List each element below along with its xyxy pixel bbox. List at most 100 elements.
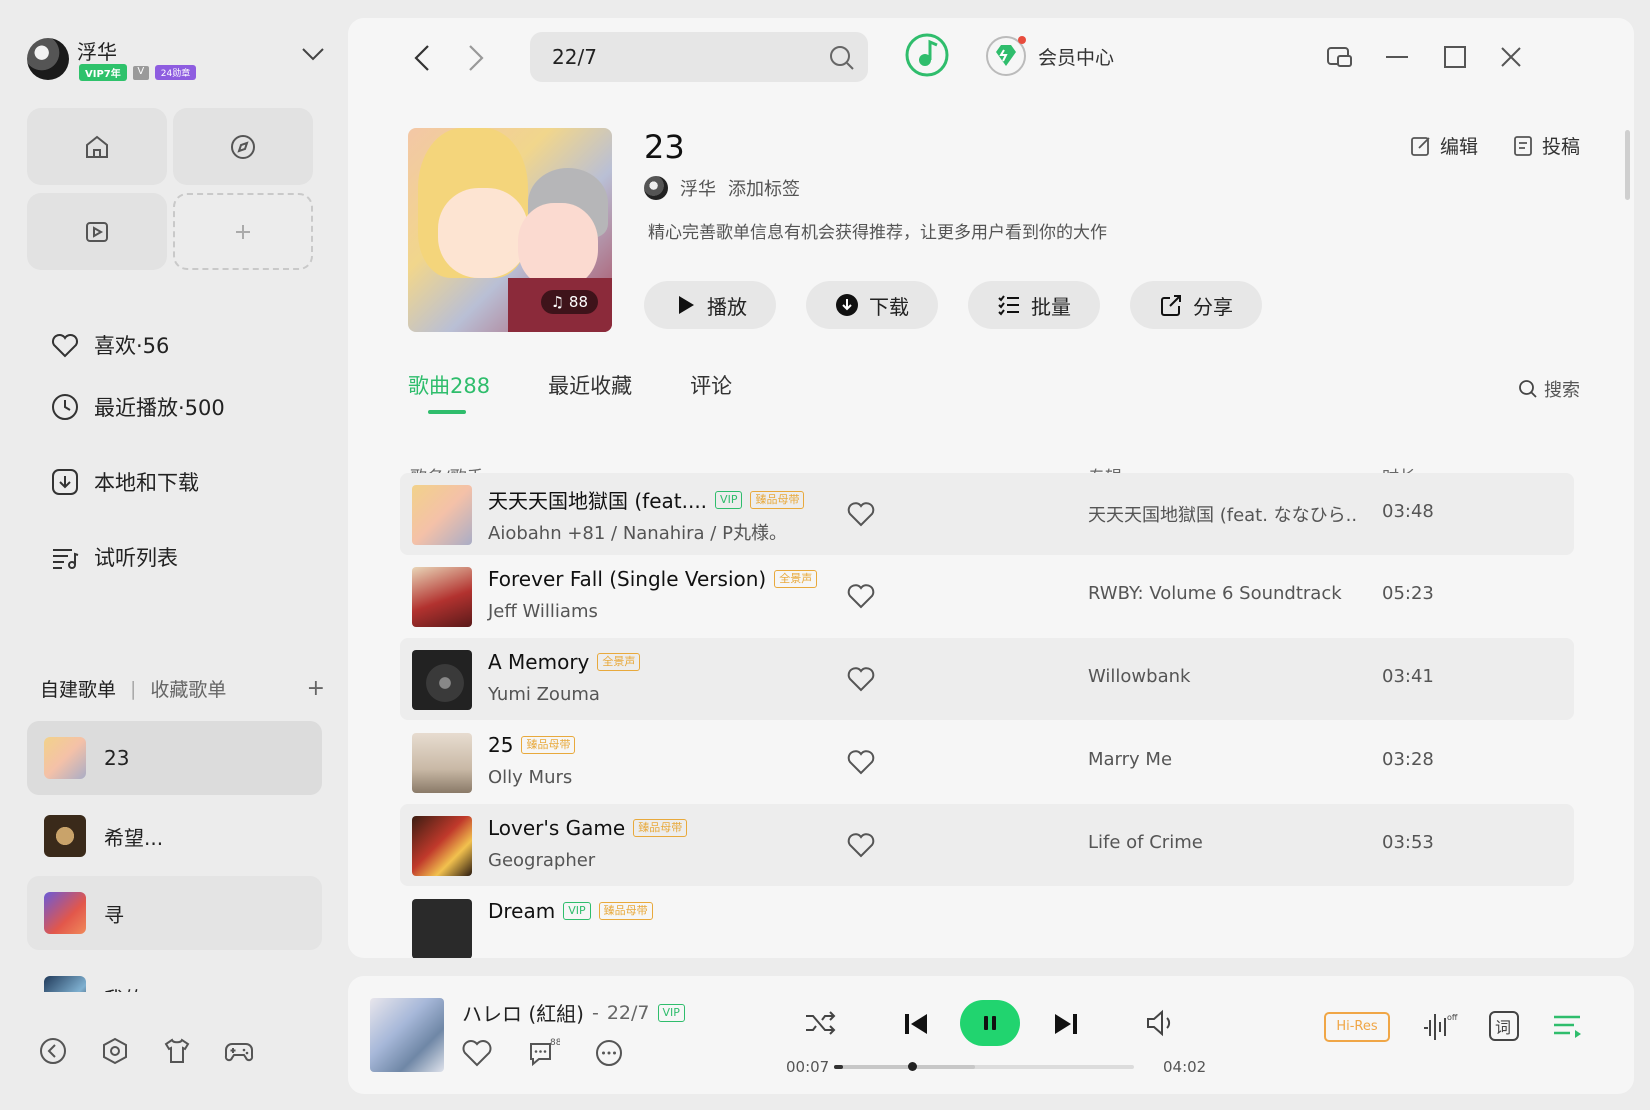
discover-button[interactable]: [173, 108, 313, 185]
song-cover: [412, 733, 472, 793]
song-album[interactable]: Life of Crime: [1088, 832, 1358, 853]
minimize-icon[interactable]: [1382, 42, 1412, 72]
scrollbar[interactable]: [1625, 130, 1630, 200]
table-row[interactable]: 天天天国地獄国 (feat.... VIP 臻品母带 Aiobahn +81 /…: [400, 473, 1574, 555]
sidebar-playlist-23[interactable]: 23: [27, 721, 322, 795]
song-title[interactable]: Dream: [488, 899, 555, 923]
mini-mode-icon[interactable]: [1324, 42, 1354, 72]
back-arrow-icon[interactable]: [408, 42, 438, 74]
table-row[interactable]: Forever Fall (Single Version) 全景声 Jeff W…: [400, 555, 1574, 637]
shuffle-icon[interactable]: [804, 1008, 838, 1038]
now-playing-cover[interactable]: [370, 998, 444, 1072]
heart-icon[interactable]: [460, 1036, 494, 1070]
music-recognition-icon[interactable]: [904, 32, 950, 78]
sidebar-playlist-mine[interactable]: 我的: [27, 960, 322, 992]
heart-icon[interactable]: [846, 582, 876, 610]
progress-bar[interactable]: [834, 1062, 1134, 1071]
chevron-down-icon[interactable]: [299, 42, 327, 66]
heart-icon[interactable]: [846, 665, 876, 693]
user-profile[interactable]: 浮华 VIP7年 V 24勋章: [27, 36, 327, 86]
song-artist[interactable]: Olly Murs: [488, 767, 572, 788]
nav-item-recent[interactable]: 最近播放·500: [50, 392, 225, 422]
table-row[interactable]: A Memory 全景声 Yumi Zouma Willowbank 03:41: [400, 638, 1574, 720]
progress-knob[interactable]: [907, 1062, 917, 1071]
song-title[interactable]: 天天天国地獄国 (feat....: [488, 485, 707, 514]
comment-icon[interactable]: 88: [526, 1036, 560, 1070]
heart-icon[interactable]: [846, 748, 876, 776]
playlist-cover: [44, 815, 86, 857]
maximize-icon[interactable]: [1440, 42, 1470, 72]
owner-avatar[interactable]: [644, 176, 668, 200]
song-album[interactable]: Marry Me: [1088, 749, 1358, 770]
search-icon[interactable]: [828, 44, 856, 72]
song-album[interactable]: RWBY: Volume 6 Soundtrack: [1088, 583, 1358, 604]
table-row[interactable]: 25 臻品母带 Olly Murs Marry Me 03:28: [400, 721, 1574, 803]
song-search-button[interactable]: 搜索: [1518, 376, 1580, 402]
song-artist[interactable]: Aiobahn +81 / Nanahira / P丸様。: [488, 519, 787, 545]
next-track-icon[interactable]: [1052, 1010, 1080, 1038]
add-tag-link[interactable]: 添加标签: [728, 175, 800, 201]
search-input[interactable]: [552, 42, 812, 72]
heart-icon[interactable]: [846, 831, 876, 859]
volume-icon[interactable]: [1144, 1008, 1178, 1038]
edit-button[interactable]: 编辑: [1410, 132, 1478, 159]
level-badge[interactable]: 24勋章: [154, 65, 197, 80]
sound-effect-icon[interactable]: off: [1422, 1008, 1458, 1044]
sidebar-playlist-seek[interactable]: 寻: [27, 876, 322, 950]
user-name[interactable]: 浮华: [77, 36, 117, 65]
share-button[interactable]: 分享: [1130, 281, 1262, 329]
playlist-queue-icon[interactable]: [1550, 1008, 1586, 1044]
search-box[interactable]: [530, 32, 868, 82]
song-title[interactable]: A Memory: [488, 650, 589, 674]
tab-recent-favorites[interactable]: 最近收藏: [548, 370, 632, 400]
previous-track-icon[interactable]: [902, 1010, 930, 1038]
vip-badge[interactable]: VIP7年: [79, 64, 127, 81]
verified-badge[interactable]: V: [132, 65, 149, 80]
nav-item-liked[interactable]: 喜欢·56: [50, 330, 169, 360]
settings-hexagon-icon[interactable]: [100, 1036, 130, 1066]
add-shortcut-button[interactable]: [173, 193, 313, 270]
skin-shirt-icon[interactable]: [162, 1036, 192, 1066]
song-title[interactable]: Forever Fall (Single Version): [488, 567, 766, 591]
song-album[interactable]: Willowbank: [1088, 666, 1358, 687]
nav-item-trial-list[interactable]: 试听列表: [50, 542, 178, 572]
game-controller-icon[interactable]: [224, 1036, 254, 1066]
sidebar-playlist-hope[interactable]: 希望...: [27, 799, 322, 873]
video-button[interactable]: [27, 193, 167, 270]
now-playing-artist[interactable]: 22/7: [607, 1002, 650, 1024]
batch-button[interactable]: 批量: [968, 281, 1100, 329]
play-all-button[interactable]: 播放: [644, 281, 776, 329]
table-row[interactable]: Dream VIP 臻品母带: [400, 887, 1574, 958]
song-artist[interactable]: Jeff Williams: [488, 601, 598, 622]
tab-created-playlists[interactable]: 自建歌单: [40, 675, 116, 702]
vip-center-button[interactable]: 会员中心: [984, 34, 1114, 78]
tab-comments[interactable]: 评论: [690, 370, 732, 400]
song-artist[interactable]: Yumi Zouma: [488, 684, 600, 705]
forward-arrow-icon[interactable]: [460, 42, 490, 74]
add-playlist-button[interactable]: +: [307, 676, 325, 701]
playlist-cover-image[interactable]: ♫ 88: [408, 128, 612, 332]
heart-icon[interactable]: [846, 500, 876, 528]
owner-name[interactable]: 浮华: [680, 175, 716, 201]
download-button[interactable]: 下载: [806, 281, 938, 329]
avatar[interactable]: [27, 38, 69, 80]
close-icon[interactable]: [1496, 42, 1526, 72]
home-button[interactable]: [27, 108, 167, 185]
song-title[interactable]: Lover's Game: [488, 816, 625, 840]
pause-button[interactable]: [960, 1000, 1020, 1046]
tab-songs[interactable]: 歌曲288: [408, 370, 490, 414]
submit-button[interactable]: 投稿: [1512, 132, 1580, 159]
lyrics-icon[interactable]: 词: [1486, 1008, 1522, 1044]
now-playing-title[interactable]: ハレロ (紅組): [462, 998, 584, 1027]
tab-collected-playlists[interactable]: 收藏歌单: [150, 675, 226, 702]
table-row[interactable]: Lover's Game 臻品母带 Geographer Life of Cri…: [400, 804, 1574, 886]
hi-res-button[interactable]: Hi-Res: [1324, 1012, 1390, 1042]
song-artist[interactable]: Geographer: [488, 850, 595, 871]
song-title[interactable]: 25: [488, 733, 513, 757]
play-label: 播放: [707, 294, 747, 319]
nav-item-local-download[interactable]: 本地和下载: [50, 467, 199, 497]
playlist-description[interactable]: 精心完善歌单信息有机会获得推荐，让更多用户看到你的大作: [648, 218, 1107, 243]
more-options-icon[interactable]: [592, 1036, 626, 1070]
back-circle-icon[interactable]: [38, 1036, 68, 1066]
song-album[interactable]: 天天天国地獄国 (feat. ななひら...: [1088, 501, 1358, 527]
